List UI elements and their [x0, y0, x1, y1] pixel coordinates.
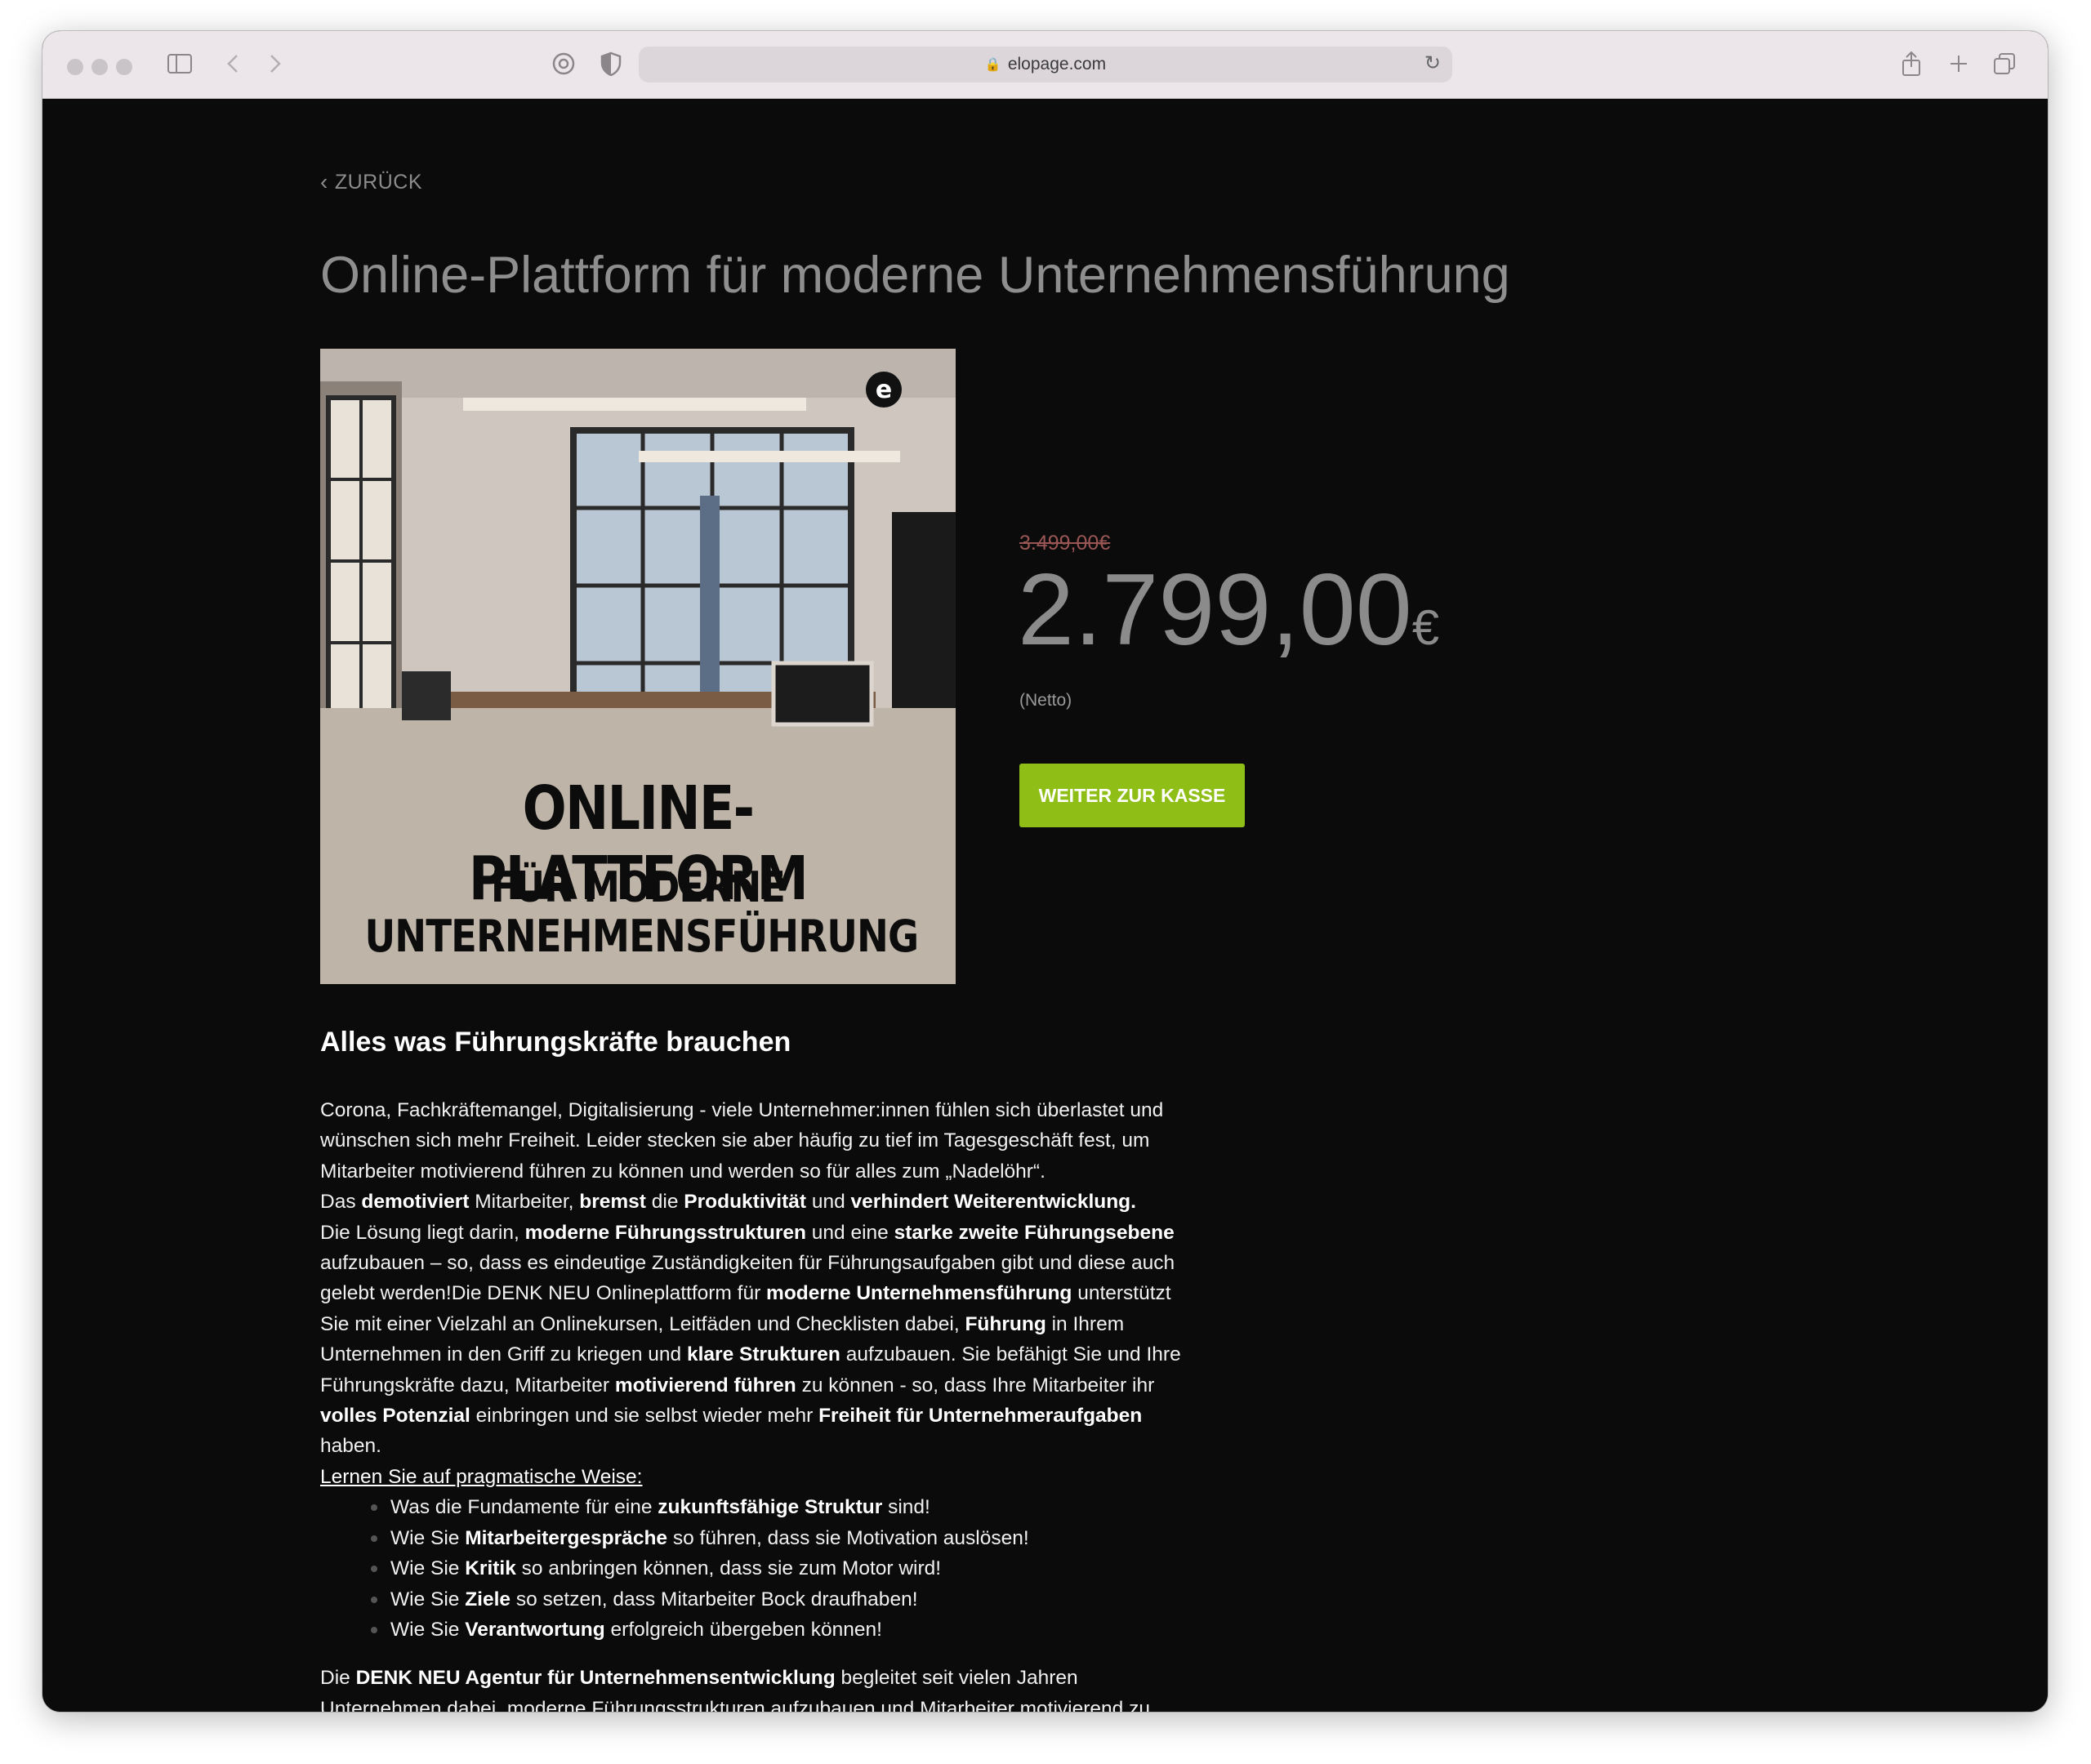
forward-nav-icon[interactable] — [263, 47, 288, 80]
bold-span: demotiviert — [361, 1191, 470, 1214]
image-subline-1: FÜR MODERNE — [490, 863, 786, 912]
zoom-window-dot[interactable] — [116, 59, 132, 75]
back-nav-icon[interactable] — [221, 47, 245, 80]
bold-span: DENK NEU Agentur für Unternehmensentwick… — [355, 1667, 836, 1690]
share-icon[interactable] — [1897, 47, 1926, 80]
bold-span: Führung — [965, 1312, 1046, 1335]
description-paragraph-4: Die DENK NEU Agentur für Unternehmensent… — [320, 1663, 1194, 1712]
privacy-report-icon[interactable] — [549, 47, 578, 80]
bold-span: Ziele — [465, 1588, 511, 1610]
bold-span: verhindert Weiterentwicklung. — [850, 1191, 1136, 1214]
description-paragraph-3: Die Lösung liegt darin, moderne Führungs… — [320, 1218, 1194, 1462]
url-text: elopage.com — [1007, 55, 1107, 74]
address-bar[interactable]: 🔒 elopage.com ↻ — [639, 47, 1452, 82]
text-span: sind! — [882, 1496, 930, 1519]
text-span: und eine — [806, 1221, 894, 1244]
price-value: 2.799,00 — [1018, 554, 1412, 666]
text-span: Die Lösung liegt darin, — [320, 1221, 525, 1244]
back-link[interactable]: ‹ ZURÜCK — [320, 169, 422, 195]
reload-icon[interactable]: ↻ — [1424, 51, 1441, 75]
bold-span: motivierend führen — [614, 1374, 796, 1396]
lock-icon: 🔒 — [984, 58, 1001, 72]
bold-span: bremst — [579, 1191, 646, 1214]
bold-span: Kritik — [465, 1557, 516, 1580]
new-tab-icon[interactable] — [1944, 47, 1973, 80]
chevron-left-icon: ‹ — [320, 169, 328, 194]
text-span: die — [645, 1191, 684, 1214]
list-item: Wie Sie Kritik so anbringen können, dass… — [371, 1553, 1194, 1584]
text-span: so setzen, dass Mitarbeiter Bock draufha… — [510, 1588, 918, 1610]
bold-span: volles Potenzial — [320, 1405, 470, 1428]
text-span: erfolgreich übergeben können! — [604, 1618, 882, 1641]
bold-span: Freiheit für Unternehmeraufgaben — [818, 1405, 1143, 1428]
text-span: Wie Sie — [390, 1526, 466, 1549]
text-span: einbringen und sie selbst wieder mehr — [470, 1405, 819, 1428]
sidebar-icon[interactable] — [165, 47, 194, 80]
benefit-list: Was die Fundamente für eine zukunftsfähi… — [320, 1492, 1194, 1645]
text-span: Wie Sie — [390, 1588, 466, 1610]
bold-span: Mitarbeitergespräche — [465, 1526, 668, 1549]
list-item: Wie Sie Mitarbeitergespräche so führen, … — [371, 1523, 1194, 1553]
text-span: so anbringen können, dass sie zum Motor … — [515, 1557, 942, 1580]
list-item: Wie Sie Verantwortung erfolgreich überge… — [371, 1615, 1194, 1645]
description-paragraph-1: Corona, Fachkräftemangel, Digitalisierun… — [320, 1099, 1164, 1183]
text-span: haben. — [320, 1435, 381, 1458]
bold-span: Verantwortung — [465, 1618, 605, 1641]
svg-text:e: e — [876, 376, 892, 404]
shield-icon[interactable] — [596, 47, 626, 80]
text-span: so führen, dass sie Motivation auslösen! — [667, 1526, 1029, 1549]
description-paragraph-2: Das demotiviert Mitarbeiter, bremst die … — [320, 1187, 1194, 1217]
text-span: Was die Fundamente für eine — [390, 1496, 658, 1519]
page-content: ‹ ZURÜCK Online-Plattform für moderne Un… — [42, 99, 2048, 1712]
bold-span: zukunftsfähige Struktur — [658, 1496, 883, 1519]
bold-span: starke zweite Führungsebene — [894, 1221, 1175, 1244]
current-price: 2.799,00€ — [1018, 552, 1439, 668]
browser-toolbar: 🔒 elopage.com ↻ — [42, 31, 2048, 99]
minimize-window-dot[interactable] — [91, 59, 108, 75]
bold-span: klare Strukturen — [686, 1343, 840, 1366]
price-note: (Netto) — [1019, 691, 1072, 710]
text-span: und — [806, 1191, 851, 1214]
product-image: e ONLINE-PLATTFORM FÜR MODERNE UNTERNEHM… — [320, 349, 956, 984]
page-title: Online-Plattform für moderne Unternehmen… — [320, 247, 1510, 304]
back-label: ZURÜCK — [334, 170, 422, 194]
tab-overview-icon[interactable] — [1990, 47, 2019, 80]
learn-link-text[interactable]: Lernen Sie auf pragmatische Weise: — [320, 1466, 643, 1488]
close-window-dot[interactable] — [67, 59, 83, 75]
text-span: Wie Sie — [390, 1618, 466, 1641]
checkout-button[interactable]: WEITER ZUR KASSE — [1019, 764, 1245, 827]
bold-span: Produktivität — [684, 1191, 807, 1214]
section-title: Alles was Führungskräfte brauchen — [320, 1027, 791, 1058]
bold-span: moderne Führungsstrukturen — [524, 1221, 806, 1244]
image-subline-2: UNTERNEHMENSFÜHRUNG — [364, 911, 919, 962]
list-item: Wie Sie Ziele so setzen, dass Mitarbeite… — [371, 1584, 1194, 1615]
text-span: Wie Sie — [390, 1557, 466, 1580]
text-span: Die — [320, 1667, 356, 1690]
price-currency: € — [1411, 600, 1440, 655]
product-description: Corona, Fachkräftemangel, Digitalisierun… — [320, 1095, 1194, 1712]
bold-span: moderne Unternehmensführung — [766, 1282, 1072, 1305]
browser-window: 🔒 elopage.com ↻ ‹ ZURÜCK Online-Plattfor… — [42, 31, 2048, 1712]
text-span: zu können - so, dass Ihre Mitarbeiter ih… — [796, 1374, 1155, 1396]
text-span: Mitarbeiter, — [469, 1191, 580, 1214]
list-item: Was die Fundamente für eine zukunftsfähi… — [371, 1492, 1194, 1522]
text-span: Das — [320, 1191, 362, 1214]
learn-link[interactable]: Lernen Sie auf pragmatische Weise: — [320, 1462, 1194, 1492]
